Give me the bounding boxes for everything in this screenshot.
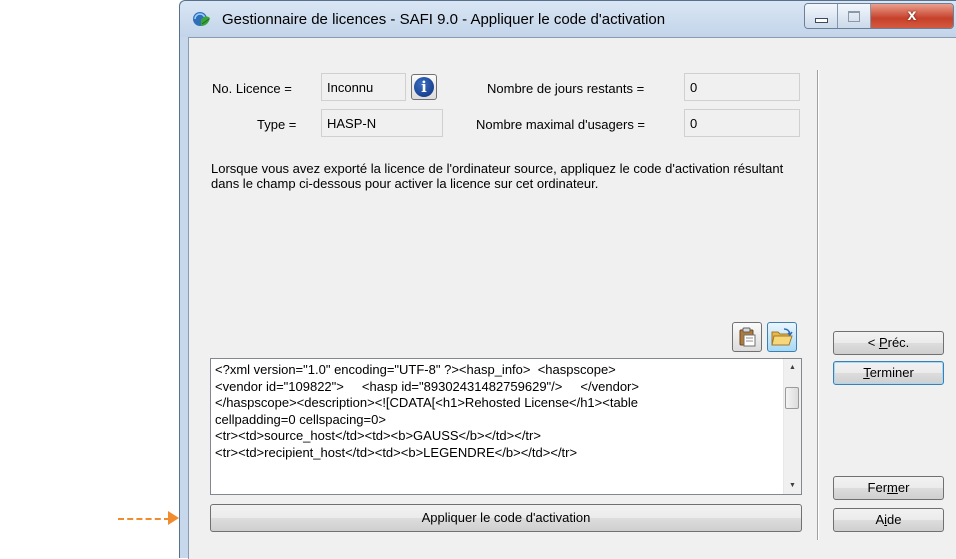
apply-activation-code-button[interactable]: Appliquer le code d'activation	[210, 504, 802, 532]
finish-label-suffix: erminer	[869, 365, 914, 380]
close-label-prefix: Fer	[867, 480, 888, 495]
window-controls: x	[804, 3, 954, 29]
close-label-mnemonic: m	[887, 480, 898, 495]
previous-label-prefix: <	[867, 335, 879, 350]
scroll-thumb[interactable]	[785, 387, 799, 409]
previous-label-mnemonic: P	[878, 335, 888, 350]
maximize-icon	[848, 10, 860, 22]
license-number-field: Inconnu	[321, 73, 406, 101]
title-bar: Gestionnaire de licences - SAFI 9.0 - Ap…	[180, 1, 956, 37]
activation-code-text: <?xml version="1.0" encoding="UTF-8" ?><…	[215, 362, 639, 460]
license-type-field: HASP-N	[321, 109, 443, 137]
remaining-days-label: Nombre de jours restants =	[487, 81, 645, 96]
vertical-separator	[817, 70, 818, 540]
minimize-button[interactable]	[805, 4, 838, 28]
open-file-button[interactable]	[767, 322, 797, 352]
close-button[interactable]: x	[871, 4, 953, 28]
activation-code-scrollbar[interactable]: ▲ ▼	[783, 359, 801, 494]
help-button[interactable]: Aide	[833, 508, 944, 532]
remaining-days-field: 0	[684, 73, 800, 101]
close-label-suffix: er	[897, 480, 910, 495]
help-label-suffix: de	[887, 512, 902, 527]
max-users-label: Nombre maximal d'usagers =	[476, 117, 646, 132]
license-info-button[interactable]: i	[411, 74, 437, 100]
close-icon: x	[907, 7, 917, 24]
previous-button[interactable]: < Préc.	[833, 331, 944, 355]
app-icon	[193, 12, 210, 26]
max-users-field: 0	[684, 109, 800, 137]
close-dialog-button[interactable]: Fermer	[833, 476, 944, 500]
finish-button[interactable]: Terminer	[833, 361, 944, 385]
scroll-down-arrow-icon[interactable]: ▼	[784, 477, 801, 494]
paste-button[interactable]	[732, 322, 762, 352]
previous-label-suffix: réc.	[887, 335, 910, 350]
annotation-arrow-head	[168, 511, 179, 525]
maximize-button[interactable]	[838, 4, 871, 28]
annotation-arrow-line	[118, 518, 170, 520]
paste-icon	[739, 327, 756, 347]
help-label-prefix: A	[875, 512, 885, 527]
scroll-up-arrow-icon[interactable]: ▲	[784, 359, 801, 376]
minimize-icon	[814, 17, 828, 23]
license-number-label: No. Licence =	[212, 81, 292, 96]
instructions-text: Lorsque vous avez exporté la licence de …	[211, 161, 784, 191]
info-icon: i	[414, 77, 434, 97]
window-title: Gestionnaire de licences - SAFI 9.0 - Ap…	[222, 11, 666, 28]
activation-code-textarea[interactable]: <?xml version="1.0" encoding="UTF-8" ?><…	[210, 358, 802, 495]
open-folder-icon	[771, 328, 793, 346]
license-type-label: Type =	[257, 117, 297, 132]
